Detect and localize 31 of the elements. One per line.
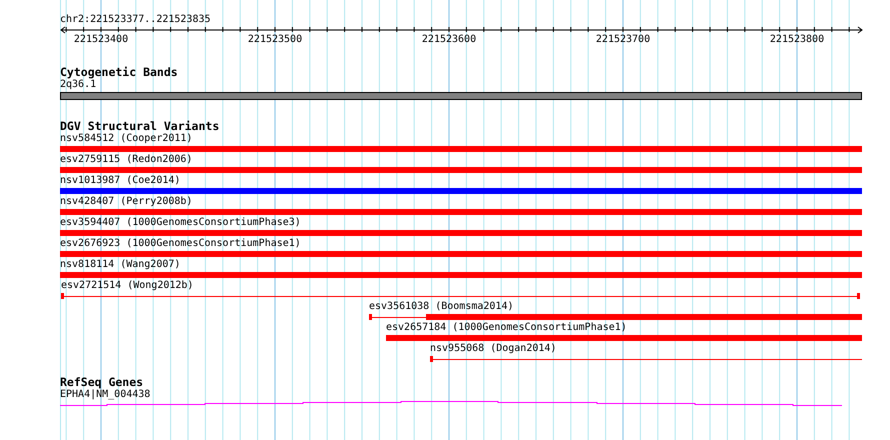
variant-bar[interactable] (386, 335, 862, 341)
track-title: RefSeq Genes (60, 376, 144, 388)
gene-drawing[interactable] (60, 401, 842, 406)
ruler-label: 221523800 (770, 34, 824, 46)
band-label: 2q36.1 (60, 79, 98, 91)
variant-label: esv3594407 (1000GenomesConsortiumPhase3) (60, 217, 301, 229)
variant-label: nsv1013987 (Coe2014) (60, 175, 180, 187)
gene-label: EPHA4|NM_004438 (60, 389, 152, 401)
track-title: Cytogenetic Bands (60, 66, 179, 78)
variant-bar[interactable] (60, 146, 862, 152)
variant-label: nsv428407 (Perry2008b) (60, 196, 192, 208)
variant-label: nsv818114 (Wang2007) (60, 259, 180, 271)
ruler-label: 221523700 (596, 34, 650, 46)
variant-label: esv2676923 (1000GenomesConsortiumPhase1) (60, 238, 301, 250)
track-title: DGV Structural Variants (60, 120, 220, 132)
variant-bar[interactable] (60, 272, 862, 278)
variant-label: esv2657184 (1000GenomesConsortiumPhase1) (386, 322, 627, 334)
variant-label: esv2721514 (Wong2012b) (61, 280, 194, 292)
ruler-label: 221523400 (74, 34, 128, 46)
ruler-label: 221523500 (248, 34, 302, 46)
ruler-label: 221523600 (422, 34, 476, 46)
variant-bar[interactable] (60, 251, 862, 257)
variant-bar[interactable] (60, 167, 862, 173)
variant-label: esv2759115 (Redon2006) (60, 154, 192, 166)
variant-label: esv3561038 (Boomsma2014) (369, 301, 514, 313)
variant-bar[interactable] (60, 188, 862, 194)
variant-bar[interactable] (60, 230, 862, 236)
variant-bar[interactable] (60, 209, 862, 215)
variant-label: nsv584512 (Cooper2011) (60, 133, 192, 145)
location-text: chr2:221523377..221523835 (60, 14, 212, 26)
variant-label: nsv955068 (Dogan2014) (430, 343, 556, 355)
